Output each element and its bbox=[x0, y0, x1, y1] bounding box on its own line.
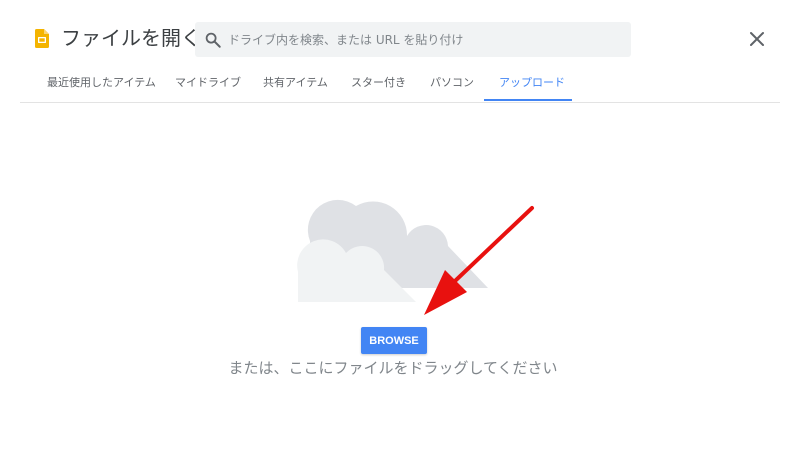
close-icon[interactable] bbox=[745, 27, 769, 51]
tab-shared[interactable]: 共有アイテム bbox=[263, 75, 328, 91]
google-slides-icon bbox=[35, 29, 49, 48]
search-icon bbox=[205, 32, 221, 48]
tab-my-drive[interactable]: マイドライブ bbox=[175, 75, 241, 91]
drop-hint-text: または、ここにファイルをドラッグしてください bbox=[228, 359, 558, 377]
browse-button[interactable]: BROWSE bbox=[361, 327, 427, 354]
dialog-header: ファイルを開く bbox=[0, 0, 800, 70]
tab-recent[interactable]: 最近使用したアイテム bbox=[47, 75, 156, 91]
tab-starred[interactable]: スター付き bbox=[351, 75, 406, 91]
tab-computers[interactable]: パソコン bbox=[430, 75, 474, 91]
cloud-illustration bbox=[297, 199, 488, 302]
search-box[interactable] bbox=[195, 22, 631, 57]
active-tab-indicator bbox=[484, 99, 572, 101]
search-input[interactable] bbox=[228, 22, 623, 57]
tab-upload[interactable]: アップロード bbox=[499, 75, 565, 91]
open-file-dialog: ファイルを開く 最近使用したアイテム マイドライブ 共有アイテム スター付き パ… bbox=[0, 0, 800, 450]
tab-bar: 最近使用したアイテム マイドライブ 共有アイテム スター付き パソコン アップロ… bbox=[20, 70, 780, 103]
dialog-title: ファイルを開く bbox=[61, 26, 201, 50]
